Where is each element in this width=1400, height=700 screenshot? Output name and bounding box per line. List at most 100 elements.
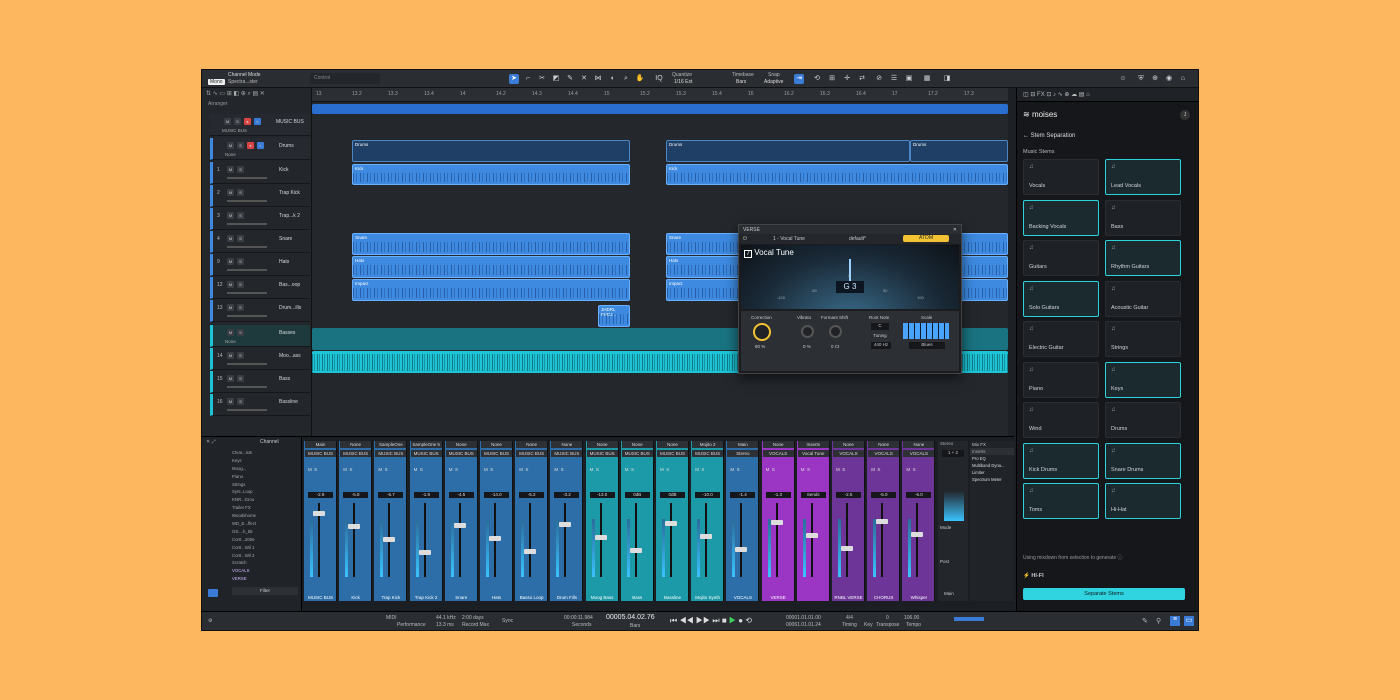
separate-stems-button[interactable]: Separate Stems xyxy=(1023,588,1185,600)
strip-output[interactable]: MUSIC BUS xyxy=(375,450,407,457)
solo-button[interactable]: S xyxy=(237,258,244,265)
fader-track[interactable] xyxy=(775,503,778,577)
loop-end[interactable]: 00061.01.01.24 xyxy=(786,622,821,628)
kick-clip[interactable]: Kick xyxy=(666,164,1008,185)
strip-input[interactable]: None xyxy=(516,441,548,448)
mute-solo[interactable]: M S xyxy=(625,467,634,472)
channel-strip[interactable]: None MUSIC BUS M S -5.2 Basso Loop xyxy=(515,441,549,601)
zoom-tool-icon[interactable]: ⌕ xyxy=(621,74,631,84)
mute-button[interactable]: M xyxy=(224,118,231,125)
fill-clip[interactable]: JHDRL FHDJ... xyxy=(598,305,630,327)
formant-knob[interactable] xyxy=(829,325,842,338)
fader-cap[interactable] xyxy=(735,547,748,552)
fader-track[interactable] xyxy=(705,503,708,577)
track-row[interactable]: 1 M S Kick xyxy=(210,162,310,184)
monitor-button[interactable]: ◐ xyxy=(257,142,264,149)
solo-button[interactable]: S xyxy=(237,142,244,149)
strip-output[interactable]: VOCALS xyxy=(833,450,864,457)
channel-strip[interactable]: Main MUSIC BUS M S -2.9 MUSIC BUS xyxy=(304,441,337,601)
channel-strip[interactable]: None MUSIC BUS M S -5.8 Kick xyxy=(339,441,373,601)
insert-slot[interactable]: Spectrum Meter xyxy=(970,476,1014,483)
strip-input[interactable]: None xyxy=(481,441,512,448)
preset-name[interactable]: default* xyxy=(849,236,866,242)
mute-solo[interactable]: M S xyxy=(766,467,775,472)
strip-output[interactable]: MUSIC BUS xyxy=(586,450,618,457)
track-row[interactable]: 14 M S Moo...ass xyxy=(210,348,310,370)
strip-input[interactable]: Inserts xyxy=(797,441,829,448)
loop-icon[interactable]: ⟲ xyxy=(812,74,822,84)
shield-icon[interactable]: ⛨ xyxy=(1136,74,1146,84)
hand-tool-icon[interactable]: ✋ xyxy=(635,74,645,84)
strip-input[interactable]: None xyxy=(657,441,688,448)
listen-tool-icon[interactable]: ◖ xyxy=(607,74,617,84)
strip-output[interactable]: MUSIC BUS xyxy=(551,450,583,457)
strip-input[interactable]: SampleOne 5 xyxy=(410,441,442,448)
strip-input[interactable]: None xyxy=(621,441,653,448)
fader-cap[interactable] xyxy=(594,535,607,540)
fader-cap[interactable] xyxy=(841,546,853,551)
stem-electric-guitar[interactable]: ♫ Electric Guitar xyxy=(1023,321,1099,357)
mute-solo[interactable]: M S xyxy=(449,467,458,472)
quantize-icon[interactable]: IQ xyxy=(654,74,664,84)
strip-output[interactable]: MUSIC BUS xyxy=(516,450,548,457)
fader-track[interactable] xyxy=(740,503,743,577)
strip-output[interactable]: MUSIC BUS xyxy=(481,450,512,457)
channel-list-item[interactable]: KNR...Grou xyxy=(232,496,300,504)
sync-label[interactable]: Sync xyxy=(502,618,513,624)
main-input-select[interactable]: 1 + 2 xyxy=(942,450,964,457)
mute-solo[interactable]: M S xyxy=(484,467,493,472)
filter-input[interactable]: Filter xyxy=(232,587,298,595)
volume-bar[interactable] xyxy=(227,409,267,411)
fader-cap[interactable] xyxy=(559,522,572,527)
correction-knob[interactable] xyxy=(753,323,771,341)
kick-clip[interactable]: Kick xyxy=(352,164,630,185)
solo-button[interactable]: S xyxy=(237,398,244,405)
mute-button[interactable]: M xyxy=(227,352,234,359)
track-row[interactable]: 12 M S Bas...oop xyxy=(210,277,310,299)
preset-slot[interactable]: 1 - Vocal Tune xyxy=(773,236,805,242)
channel-strip[interactable]: Inserts Vocal Tune M S Sends xyxy=(796,441,830,601)
mute-solo[interactable]: M S xyxy=(906,467,915,472)
channel-strip[interactable]: None MUSIC BUS M S 0dB Bass xyxy=(620,441,654,601)
stem-acoustic-guitar[interactable]: ♫ Acoustic Guitar xyxy=(1105,280,1181,317)
mute-solo[interactable]: M S xyxy=(801,467,810,472)
channel-list-item[interactable]: Scratch xyxy=(232,559,300,567)
drums-folder-clip[interactable]: Drums xyxy=(352,140,630,162)
channel-strip[interactable]: None MUSIC BUS M S -3.2 Drum Fills xyxy=(550,441,584,601)
power-icon[interactable]: ⏻ xyxy=(743,236,747,242)
channel-strip[interactable]: None VOCALS M S -1.3 VERSE xyxy=(761,441,795,601)
mute-solo[interactable]: M S xyxy=(871,467,880,472)
solo-button[interactable]: S xyxy=(237,235,244,242)
channel-list-item[interactable]: Clear...ism xyxy=(232,449,300,457)
record-arm-button[interactable]: ● xyxy=(247,142,254,149)
fader-cap[interactable] xyxy=(665,521,677,526)
panel-icon[interactable]: ◨ xyxy=(942,74,952,84)
fader-cap[interactable] xyxy=(418,550,431,555)
fader-cap[interactable] xyxy=(313,511,325,516)
strip-output[interactable]: VOCALS xyxy=(762,450,794,457)
fader-track[interactable] xyxy=(916,503,919,577)
collapse-icon[interactable]: ✕ ⤢ xyxy=(206,439,216,445)
mono-badge[interactable]: Mono xyxy=(208,79,225,85)
fader-cap[interactable] xyxy=(489,536,501,541)
volume-bar[interactable] xyxy=(227,177,267,179)
mute-button[interactable]: M xyxy=(227,329,234,336)
mute-solo[interactable]: M S xyxy=(836,467,845,472)
solo-button[interactable]: S xyxy=(237,189,244,196)
volume-bar[interactable] xyxy=(227,200,267,202)
channel-strip[interactable]: None MUSIC BUS M S -14.0 Hats xyxy=(480,441,513,601)
fader-cap[interactable] xyxy=(770,520,783,525)
solo-button[interactable]: S xyxy=(237,166,244,173)
strip-output[interactable]: MUSIC BUS xyxy=(410,450,442,457)
info-icon[interactable]: ⓘ xyxy=(1118,555,1123,561)
mute-button[interactable]: M xyxy=(227,281,234,288)
fader-cap[interactable] xyxy=(876,519,889,524)
strip-output[interactable]: MUSIC BUS xyxy=(657,450,688,457)
fader-track[interactable] xyxy=(458,503,461,577)
mute-button[interactable]: M xyxy=(227,375,234,382)
fader-cap[interactable] xyxy=(805,533,818,538)
mute-solo[interactable]: M S xyxy=(554,467,563,472)
drums-folder-clip[interactable]: Drums xyxy=(666,140,910,162)
strip-output[interactable]: Vocal Tune xyxy=(797,450,829,457)
tuning-value[interactable]: 440 Hz xyxy=(871,342,891,349)
